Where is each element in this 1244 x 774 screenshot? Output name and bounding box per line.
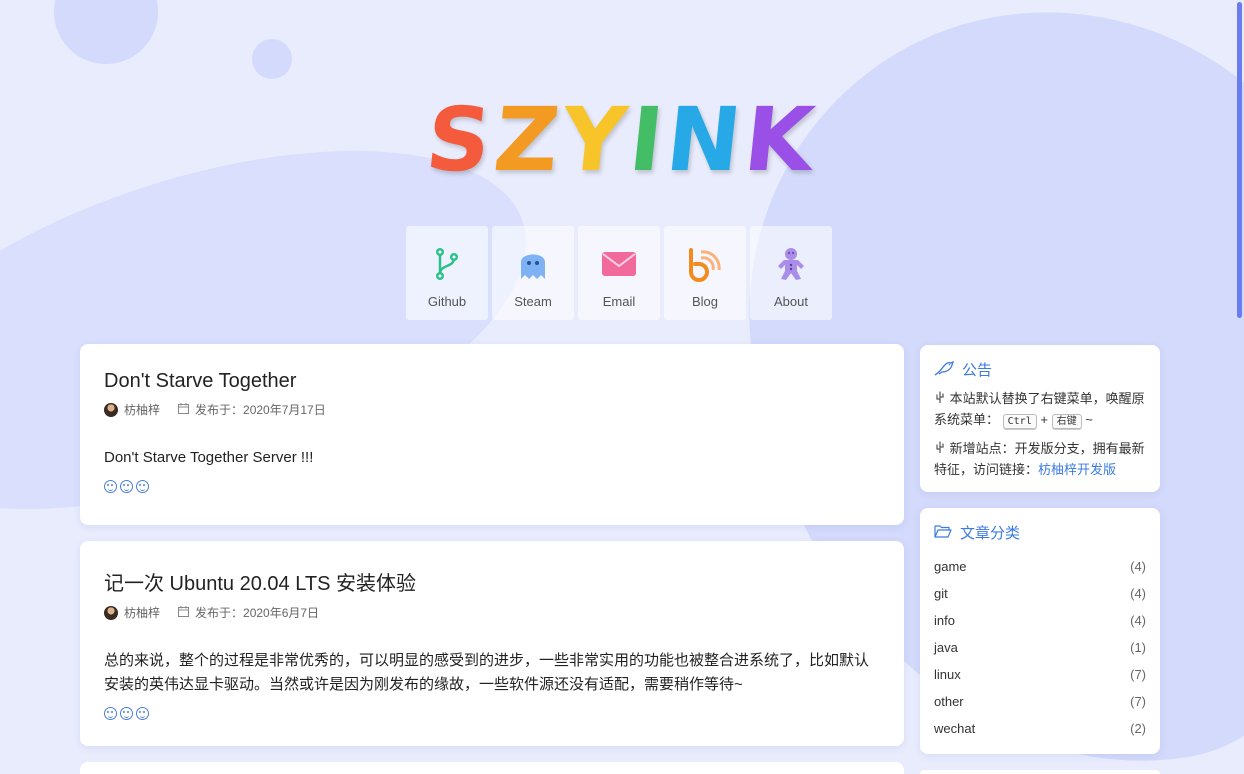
cactus-icon	[934, 441, 950, 456]
category-name: game	[934, 559, 967, 574]
category-item[interactable]: game (4)	[934, 553, 1146, 580]
nav-label: Email	[602, 294, 636, 309]
post-card: 记一次 Ubuntu 20.04 LTS 安装体验 枋柚梓 发布于：2020年6…	[80, 541, 904, 746]
reaction-smile-icon[interactable]	[104, 480, 117, 493]
reaction-wink-icon[interactable]	[136, 707, 149, 720]
logo-letter: N	[661, 88, 750, 191]
nav-label: About	[774, 294, 808, 309]
post-list: Don't Starve Together 枋柚梓 发布于：2020年7月17日…	[80, 344, 904, 774]
post-title[interactable]: 记一次 Ubuntu 20.04 LTS 安装体验	[104, 567, 880, 596]
post-card-partial	[80, 762, 904, 774]
cactus-icon	[934, 391, 950, 406]
category-name: other	[934, 694, 964, 709]
nav-blog-button[interactable]: Blog	[664, 226, 746, 320]
avatar	[104, 605, 118, 620]
ctrl-key: Ctrl	[1002, 414, 1037, 429]
category-name: git	[934, 586, 948, 601]
reaction-smile-icon[interactable]	[104, 707, 117, 720]
post-excerpt: Don't Starve Together Server !!!	[104, 449, 314, 466]
notice-header: 公告	[934, 359, 1146, 380]
category-item[interactable]: java (1)	[934, 634, 1146, 661]
logo-letter: K	[739, 88, 823, 191]
categories-title: 文章分类	[960, 525, 1021, 542]
category-name: java	[934, 640, 958, 655]
envelope-icon	[601, 244, 637, 284]
reaction-smile-icon[interactable]	[120, 480, 133, 493]
category-list: game (4) git (4) info (4) java (1) linux (7) …	[934, 553, 1146, 742]
post-author[interactable]: 枋柚梓	[124, 604, 160, 621]
nav-github-button[interactable]: Github	[406, 226, 488, 320]
post-author[interactable]: 枋柚梓	[124, 401, 160, 418]
post-date: 发布于：2020年6月7日	[195, 606, 320, 620]
categories-header: 文章分类	[934, 522, 1146, 543]
calendar-icon	[178, 605, 190, 620]
nav-email-button[interactable]: Email	[578, 226, 660, 320]
category-item[interactable]: git (4)	[934, 580, 1146, 607]
sidebar: 公告 本站默认替换了右键菜单，唤醒原系统菜单： Ctrl + 右键 ~ 新增站点…	[920, 345, 1160, 774]
category-name: info	[934, 613, 955, 628]
category-count: (4)	[1130, 586, 1146, 601]
plus-sign: +	[1040, 412, 1048, 427]
post-excerpt: 总的来说，整个的过程是非常优秀的，可以明显的感受到的进步，一些非常实用的功能也被…	[104, 652, 870, 693]
nav-steam-button[interactable]: Steam	[492, 226, 574, 320]
notice-card: 公告 本站默认替换了右键菜单，唤醒原系统菜单： Ctrl + 右键 ~ 新增站点…	[920, 345, 1160, 492]
reaction-smile-icon[interactable]	[120, 707, 133, 720]
social-nav: Github Steam Email Blog About	[406, 226, 832, 320]
site-logo: SZYINK	[0, 88, 1244, 191]
post-meta: 枋柚梓 发布于：2020年7月17日	[104, 401, 880, 418]
blogger-icon	[687, 244, 723, 284]
category-name: linux	[934, 667, 961, 682]
category-item[interactable]: info (4)	[934, 607, 1146, 634]
dev-branch-link[interactable]: 枋柚梓开发版	[1038, 462, 1116, 477]
category-item[interactable]: other (7)	[934, 688, 1146, 715]
nav-label: Github	[427, 294, 467, 309]
category-item[interactable]: wechat (2)	[934, 715, 1146, 742]
calendar-icon	[178, 402, 190, 417]
git-branch-icon	[432, 244, 462, 284]
tilde: ~	[1085, 412, 1093, 427]
categories-card: 文章分类 game (4) git (4) info (4) java (1) linu…	[920, 508, 1160, 754]
category-count: (7)	[1130, 667, 1146, 682]
reaction-wink-icon[interactable]	[136, 480, 149, 493]
bird-icon	[934, 360, 955, 380]
category-count: (2)	[1130, 721, 1146, 736]
notice-title: 公告	[962, 362, 993, 379]
page-scrollbar[interactable]	[1234, 0, 1244, 770]
category-item[interactable]: linux (7)	[934, 661, 1146, 688]
background-circle-small	[252, 39, 292, 79]
post-card: Don't Starve Together 枋柚梓 发布于：2020年7月17日…	[80, 344, 904, 525]
right-click-key: 右键	[1051, 414, 1082, 429]
sidebar-card-partial	[920, 770, 1160, 774]
category-count: (4)	[1130, 559, 1146, 574]
background-circle-large	[54, 0, 158, 64]
notice-line-1: 本站默认替换了右键菜单，唤醒原系统菜单： Ctrl + 右键 ~	[934, 388, 1146, 432]
logo-letter: Y	[557, 88, 636, 191]
category-count: (1)	[1130, 640, 1146, 655]
category-count: (4)	[1130, 613, 1146, 628]
category-count: (7)	[1130, 694, 1146, 709]
folder-open-icon	[934, 524, 952, 542]
category-name: wechat	[934, 721, 976, 736]
avatar	[104, 402, 118, 417]
post-title[interactable]: Don't Starve Together	[104, 370, 880, 393]
post-meta: 枋柚梓 发布于：2020年6月7日	[104, 604, 880, 621]
logo-letter: S	[421, 88, 501, 191]
notice-line-2: 新增站点：开发版分支，拥有最新特征，访问链接：枋柚梓开发版	[934, 438, 1146, 480]
nav-label: Steam	[514, 294, 552, 309]
post-reactions	[104, 480, 880, 493]
post-reactions	[104, 707, 880, 720]
nav-label: Blog	[691, 294, 719, 309]
gingerbread-icon	[776, 244, 806, 284]
logo-letter: Z	[489, 88, 568, 191]
nav-about-button[interactable]: About	[750, 226, 832, 320]
scrollbar-thumb[interactable]	[1237, 2, 1242, 318]
post-date: 发布于：2020年7月17日	[195, 403, 326, 417]
ghost-icon	[518, 244, 548, 284]
